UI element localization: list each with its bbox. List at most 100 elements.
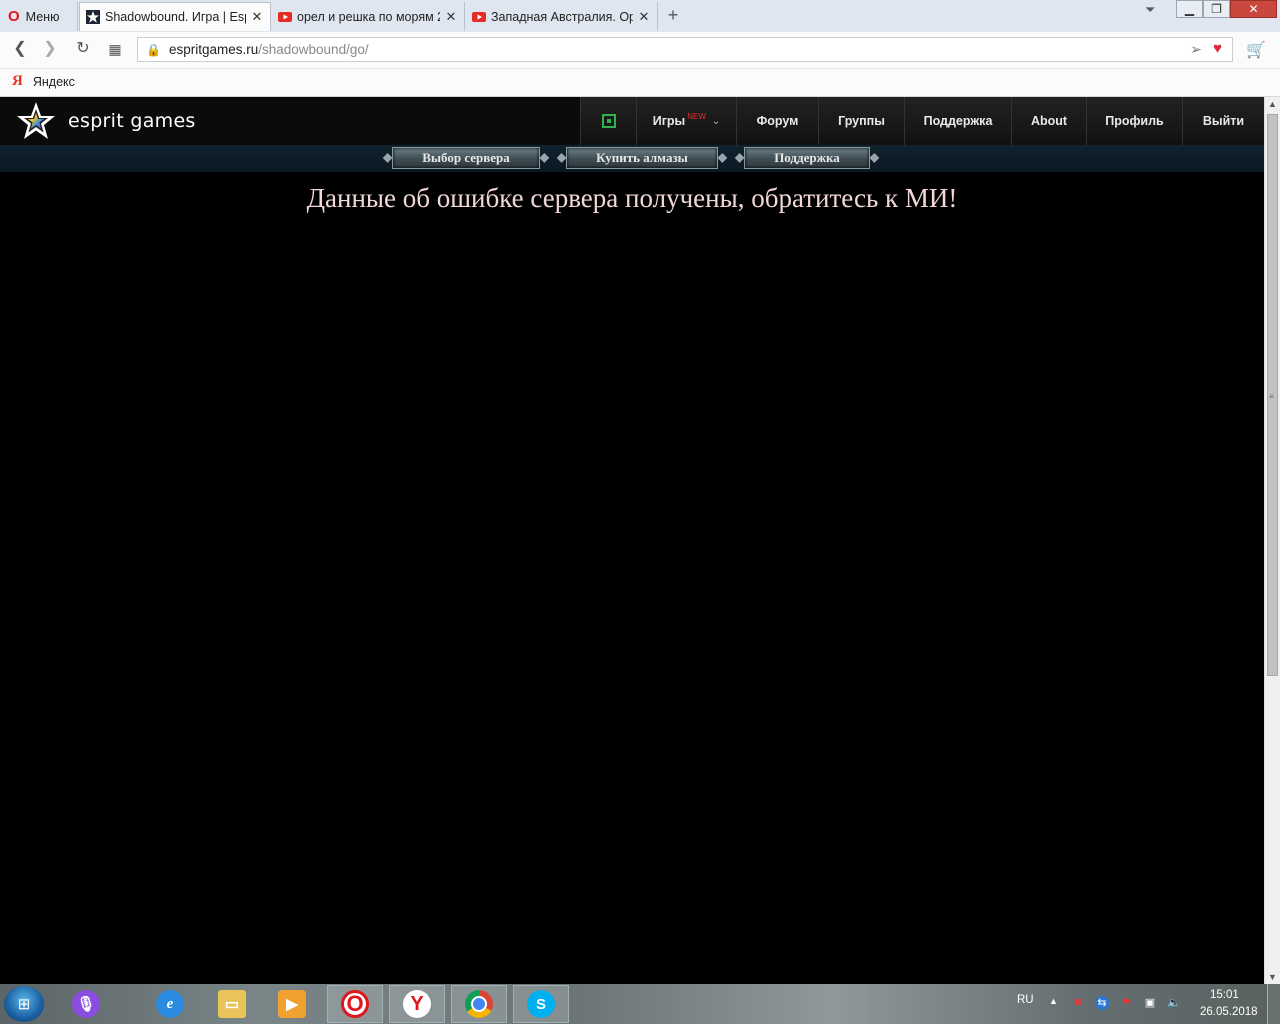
close-window-button[interactable]: ✕ [1230, 0, 1277, 18]
window-controls: ▁ ❐ ✕ [1176, 0, 1277, 20]
ornament-icon: ◆ [735, 150, 745, 164]
button-label: Купить алмазы [596, 150, 688, 165]
grip-icon: ≡ [1269, 392, 1274, 401]
button-label: Поддержка [774, 150, 840, 165]
opera-icon: O [341, 990, 369, 1018]
close-icon[interactable]: ✕ [250, 9, 264, 25]
menu-label: Поддержка [923, 114, 993, 128]
taskbar-explorer[interactable]: ▭ [204, 985, 260, 1023]
menu-support[interactable]: Поддержка [904, 97, 1011, 145]
windows-taskbar: ⊞ 🎙 e ▭ ▶ O Y S RU ▲ ✖ ⇆ ⚑ ▣ 🔈 15:01 26.… [0, 984, 1280, 1024]
tab-youtube-2[interactable]: Западная Австралия. Орёл ✕ [466, 2, 658, 31]
ornament-icon: ◆ [539, 150, 549, 164]
clock-time[interactable]: 15:01 [1210, 989, 1239, 1001]
site-main-menu: Игры NEW ⌄ Форум Группы Поддержка About … [580, 97, 1264, 145]
tab-menu-icon[interactable]: ⏷ [1145, 2, 1155, 18]
menu-label: Выйти [1202, 114, 1245, 128]
site-viewport: esprit games Игры NEW ⌄ Форум Группы Под… [0, 97, 1264, 984]
close-icon[interactable]: ✕ [444, 9, 458, 25]
menu-about[interactable]: About [1011, 97, 1086, 145]
volume-icon[interactable]: 🔈 [1167, 996, 1181, 1010]
flag-icon[interactable]: ⚑ [1119, 996, 1133, 1010]
browser-tab-strip: O Меню Shadowbound. Игра | Esprit ✕ орел… [0, 0, 1280, 32]
taskbar-ie[interactable]: e [142, 985, 198, 1023]
restore-button[interactable]: ❐ [1203, 0, 1230, 18]
clock-date[interactable]: 26.05.2018 [1200, 1006, 1258, 1018]
menu-label: Игры [652, 114, 686, 128]
language-indicator[interactable]: RU [1017, 994, 1034, 1006]
menu-fullscreen[interactable] [580, 97, 636, 145]
taskbar-opera[interactable]: O [327, 985, 383, 1023]
menu-games[interactable]: Игры NEW ⌄ [636, 97, 736, 145]
tab-title: Shadowbound. Игра | Esprit [105, 10, 246, 24]
opera-menu-button[interactable]: O Меню [0, 2, 78, 31]
select-server-button[interactable]: ◆ Выбор сервера ◆ [383, 147, 549, 169]
server-error-message: Данные об ошибке сервера получены, обрат… [306, 183, 958, 213]
taskbar-chrome[interactable] [451, 985, 507, 1023]
youtube-icon [472, 10, 486, 24]
tab-title: орел и решка по морям 2 [297, 9, 440, 24]
send-icon[interactable]: ➢ [1190, 41, 1202, 58]
forward-icon[interactable]: ❯ [40, 39, 60, 59]
start-icon[interactable]: ⊞ [4, 986, 44, 1022]
url-path: /shadowbound/go/ [258, 42, 369, 57]
close-icon[interactable]: ✕ [637, 9, 651, 25]
ie-icon: e [156, 990, 184, 1018]
buy-diamonds-button[interactable]: ◆ Купить алмазы ◆ [557, 147, 727, 169]
reload-icon[interactable]: ↻ [73, 39, 93, 59]
heart-icon[interactable]: ♥ [1213, 40, 1222, 57]
url-host: espritgames.ru [168, 42, 259, 57]
skype-icon: S [527, 990, 555, 1018]
fullscreen-icon [601, 114, 616, 128]
yandex-icon: Я [12, 73, 23, 89]
tab-youtube-1[interactable]: орел и решка по морям 2 ✕ [272, 2, 465, 31]
menu-forum[interactable]: Форум [736, 97, 818, 145]
bookmark-yandex[interactable]: Я Яндекс [12, 73, 75, 90]
ornament-icon: ◆ [869, 150, 879, 164]
button-label: Выбор сервера [422, 150, 510, 165]
lock-icon: 🔒 [146, 42, 161, 57]
antivirus-icon[interactable]: ✖ [1071, 996, 1085, 1010]
scroll-up-icon[interactable]: ▲ [1268, 99, 1277, 109]
taskbar-yandex-browser[interactable]: Y [389, 985, 445, 1023]
teamviewer-icon[interactable]: ⇆ [1095, 996, 1109, 1010]
tab-shadowbound[interactable]: Shadowbound. Игра | Esprit ✕ [79, 2, 271, 31]
menu-groups[interactable]: Группы [818, 97, 904, 145]
menu-profile[interactable]: Профиль [1086, 97, 1182, 145]
esprit-star-logo-icon [17, 102, 55, 139]
speed-dial-icon[interactable]: ▦ [105, 39, 125, 59]
opera-icon: O [8, 8, 20, 25]
logo-text: esprit games [68, 110, 196, 132]
microphone-icon: 🎙 [72, 990, 100, 1018]
show-desktop-button[interactable] [1267, 984, 1280, 1024]
menu-label: Профиль [1105, 114, 1164, 128]
star-icon [86, 10, 100, 24]
site-logo[interactable]: esprit games [15, 100, 196, 142]
page-scrollbar[interactable]: ▲ ≡ ▼ [1264, 97, 1280, 984]
url-field[interactable]: 🔒 espritgames.ru/shadowbound/go/ ➢ ♥ [137, 37, 1233, 62]
taskbar-microphone[interactable]: 🎙 [58, 985, 114, 1023]
taskbar-skype[interactable]: S [513, 985, 569, 1023]
show-hidden-icons-icon[interactable]: ▲ [1049, 996, 1058, 1006]
bookmark-label: Яндекс [32, 74, 75, 89]
chevron-down-icon: ⌄ [711, 115, 721, 127]
taskbar-media-player[interactable]: ▶ [264, 985, 320, 1023]
new-tab-button[interactable]: + [664, 6, 682, 24]
youtube-icon [278, 10, 292, 24]
menu-label: Группы [838, 114, 885, 128]
folder-icon: ▭ [218, 990, 246, 1018]
chrome-icon [465, 990, 493, 1018]
back-icon[interactable]: ❮ [10, 39, 30, 59]
media-player-icon: ▶ [278, 990, 306, 1018]
cart-icon[interactable]: 🛒 [1246, 40, 1266, 60]
ornament-icon: ◆ [557, 150, 567, 164]
network-icon[interactable]: ▣ [1143, 996, 1157, 1010]
minimize-button[interactable]: ▁ [1176, 0, 1203, 18]
address-bar-row: ❮ ❯ ↻ ▦ 🔒 espritgames.ru/shadowbound/go/… [0, 32, 1280, 69]
menu-logout[interactable]: Выйти [1182, 97, 1264, 145]
scroll-down-icon[interactable]: ▼ [1268, 972, 1277, 982]
new-badge: NEW [687, 111, 706, 121]
menu-label: Форум [756, 114, 799, 128]
support-button[interactable]: ◆ Поддержка ◆ [735, 147, 879, 169]
menu-label: Меню [25, 9, 60, 24]
